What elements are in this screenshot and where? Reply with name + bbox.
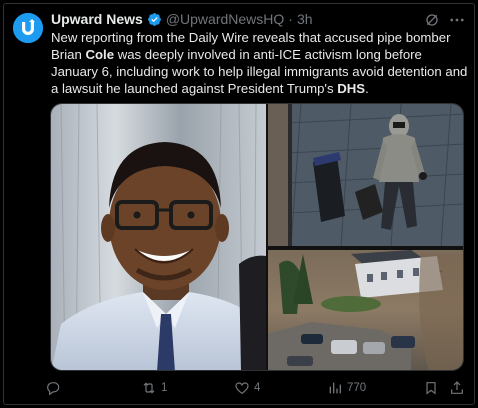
tweet-text-part: was deeply involved in anti-ICE activism… (51, 47, 468, 96)
tweet-text-part: . (365, 81, 369, 96)
like-count: 4 (254, 382, 261, 394)
verified-badge-icon (147, 12, 161, 26)
share-icon (451, 381, 463, 394)
upward-logo-icon (13, 13, 43, 43)
share-button[interactable] (449, 378, 465, 398)
aerial-photo[interactable] (268, 248, 464, 371)
tweet-text-bold: DHS (337, 81, 366, 96)
portrait-photo[interactable] (51, 104, 266, 371)
grok-icon[interactable] (424, 12, 440, 28)
tweet-header: Upward News @UpwardNewsHQ · 3h (51, 10, 313, 28)
views-button[interactable]: 770 (327, 378, 366, 398)
retweet-button[interactable]: 1 (141, 378, 167, 398)
retweet-count: 1 (161, 382, 168, 394)
tweet-text: New reporting from the Daily Wire reveal… (51, 29, 469, 97)
reply-icon (47, 382, 60, 396)
like-icon (235, 382, 249, 395)
author-handle[interactable]: @UpwardNewsHQ (166, 11, 284, 27)
views-count: 770 (347, 382, 367, 394)
more-icon[interactable] (448, 11, 466, 29)
tweet-actions: 1 4 770 (45, 378, 470, 398)
reply-button[interactable] (45, 378, 65, 398)
bookmark-button[interactable] (423, 378, 439, 398)
surveillance-photo[interactable] (267, 104, 464, 247)
retweet-icon (143, 382, 155, 394)
like-button[interactable]: 4 (234, 378, 260, 398)
media-photos (51, 104, 464, 371)
media-grid[interactable] (50, 103, 464, 371)
author-avatar[interactable] (13, 13, 43, 43)
separator-dot: · (288, 11, 293, 27)
bookmark-icon (426, 382, 436, 395)
tweet-text-bold: Cole (85, 47, 115, 62)
views-icon (329, 382, 341, 394)
tweet-timestamp[interactable]: 3h (297, 11, 313, 27)
author-name[interactable]: Upward News (51, 11, 143, 27)
